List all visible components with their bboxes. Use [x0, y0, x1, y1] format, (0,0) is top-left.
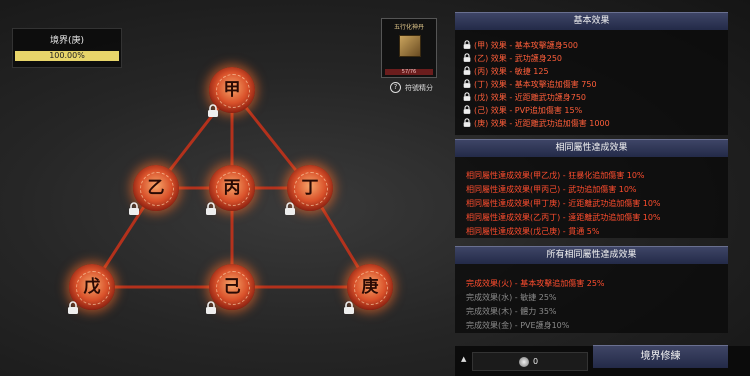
lock-icon [463, 53, 471, 64]
lock-icon [463, 40, 471, 51]
same-attribute-row: 相同屬性達成效果(乙丙丁) - 遠距離武功追加傷害 10% [466, 213, 661, 222]
lock-icon [463, 118, 471, 129]
realm-panel: 境界(庚) 100.00% [12, 28, 122, 68]
caret-up-icon[interactable]: ▲ [461, 355, 466, 363]
basic-effect-text: (丙) 效果 - 敏捷 125 [474, 67, 549, 76]
basic-effect-row: (戊) 效果 - 近距離武功護身750 [463, 92, 586, 103]
lock-icon [129, 202, 139, 215]
lock-icon [285, 202, 295, 215]
coin-icon [519, 356, 529, 367]
realm-training-button[interactable]: 境界修練 [593, 345, 728, 368]
lock-icon [463, 79, 471, 90]
basic-effect-text: (戊) 效果 - 近距離武功護身750 [474, 93, 587, 102]
item-help-link[interactable]: ? 符號精分 [390, 82, 433, 93]
basic-effect-text: (己) 效果 - PVP追加傷害 15% [474, 106, 583, 115]
realm-progress-text: 100.00% [49, 51, 85, 60]
same-attribute-row: 相同屬性達成效果(戊己庚) - 貫通 5% [466, 227, 600, 236]
lock-icon [68, 301, 78, 314]
all-attribute-header: 所有相同屬性達成效果 [455, 246, 728, 264]
all-attribute-row: 完成效果(金) - PVE護身10% [466, 321, 570, 330]
chest-icon [399, 35, 421, 57]
same-attribute-row: 相同屬性達成效果(甲乙戊) - 狂暴化追加傷害 10% [466, 171, 645, 180]
lock-icon [208, 104, 218, 117]
lock-icon [463, 66, 471, 77]
basic-effect-row: (丁) 效果 - 基本攻擊追加傷害 750 [463, 79, 597, 90]
lock-icon [206, 202, 216, 215]
elixir-item-count: 57/76 [385, 69, 433, 75]
lock-icon [344, 301, 354, 314]
item-help-label: 符號精分 [405, 83, 433, 92]
basic-effect-row: (甲) 效果 - 基本攻擊護身500 [463, 40, 578, 51]
basic-effect-row: (丙) 效果 - 敏捷 125 [463, 66, 549, 77]
basic-effect-row: (乙) 效果 - 武功護身250 [463, 53, 562, 64]
basic-effects-header: 基本效果 [455, 12, 728, 30]
same-attribute-header: 相同屬性達成效果 [455, 139, 728, 157]
currency-value: 0 [533, 357, 539, 366]
same-attribute-row: 相同屬性達成效果(甲丙己) - 武功追加傷害 10% [466, 185, 637, 194]
same-attribute-row: 相同屬性達成效果(甲丁庚) - 近距離武功追加傷害 10% [466, 199, 661, 208]
lock-icon [463, 105, 471, 116]
lock-icon [463, 92, 471, 103]
basic-effect-row: (己) 效果 - PVP追加傷害 15% [463, 105, 582, 116]
all-attribute-row: 完成效果(水) - 敏捷 25% [466, 293, 557, 302]
question-icon: ? [390, 82, 401, 93]
lock-icon [206, 301, 216, 314]
basic-effect-text: (甲) 效果 - 基本攻擊護身500 [474, 41, 579, 50]
all-attribute-row: 完成效果(火) - 基本攻擊追加傷害 25% [466, 279, 605, 288]
basic-effect-text: (丁) 效果 - 基本攻擊追加傷害 750 [474, 80, 597, 89]
elixir-item-slot[interactable]: 五行化神丹 57/76 [381, 18, 437, 78]
currency-field: 0 [472, 352, 588, 371]
basic-effect-text: (庚) 效果 - 近距離武功追加傷害 1000 [474, 119, 610, 128]
realm-progress-bar: 100.00% [15, 51, 119, 61]
elixir-item-name: 五行化神丹 [393, 24, 424, 31]
all-attribute-row: 完成效果(木) - 體力 35% [466, 307, 557, 316]
basic-effect-text: (乙) 效果 - 武功護身250 [474, 54, 563, 63]
realm-title: 境界(庚) [49, 36, 85, 46]
basic-effect-row: (庚) 效果 - 近距離武功追加傷害 1000 [463, 118, 610, 129]
